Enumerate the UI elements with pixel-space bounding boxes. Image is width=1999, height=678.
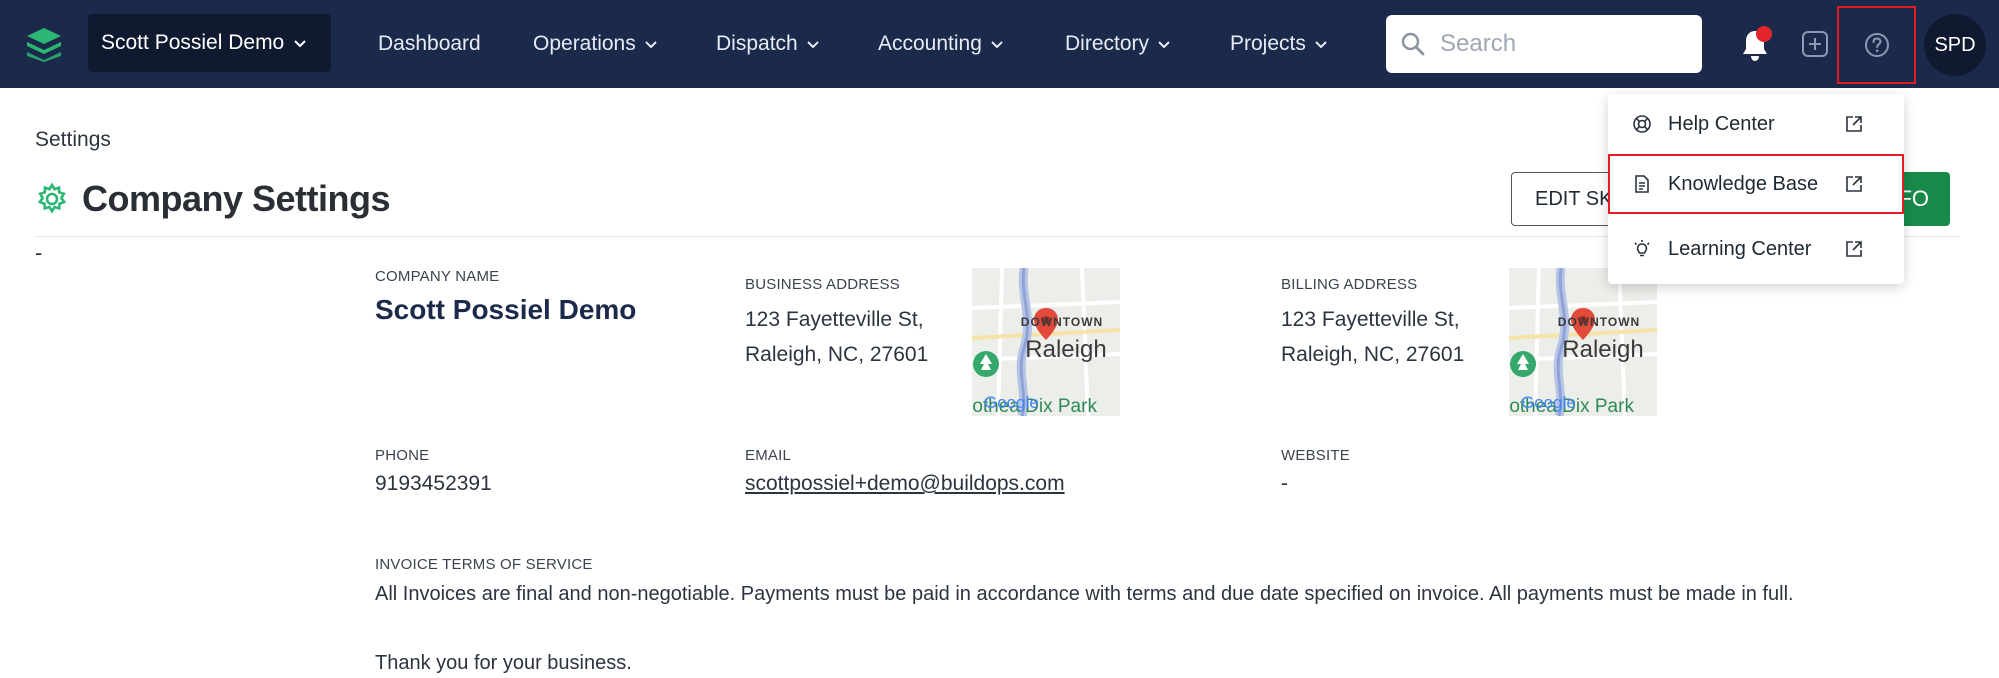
help-menu-label: Learning Center bbox=[1668, 237, 1812, 260]
nav-operations[interactable]: Operations bbox=[533, 0, 659, 88]
nav-accounting[interactable]: Accounting bbox=[878, 0, 1005, 88]
company-name-value: Scott Possiel Demo bbox=[375, 294, 637, 325]
help-menu: Help Center Knowledge Base Learning Cent… bbox=[1608, 94, 1904, 284]
map-downtown-label: DOWNTOWN bbox=[1021, 315, 1103, 329]
nav-dispatch[interactable]: Dispatch bbox=[716, 0, 821, 88]
external-link-icon bbox=[1846, 176, 1862, 192]
company-name-label: COMPANY NAME bbox=[375, 268, 500, 285]
billing-address-map[interactable]: DOWNTOWN Raleigh rothea Dix Park Google bbox=[1509, 268, 1657, 416]
nav-projects[interactable]: Projects bbox=[1230, 0, 1329, 88]
google-logo: Google bbox=[984, 393, 1039, 412]
lifebuoy-icon bbox=[1633, 115, 1651, 133]
gear-icon bbox=[37, 182, 67, 214]
map-downtown-label: DOWNTOWN bbox=[1558, 315, 1640, 329]
chevron-down-icon bbox=[806, 41, 819, 49]
nav-label: Dispatch bbox=[716, 32, 798, 55]
lightbulb-icon bbox=[1634, 240, 1650, 257]
document-icon bbox=[1635, 175, 1649, 193]
business-address-line1: 123 Fayetteville St, bbox=[745, 308, 924, 331]
search-icon bbox=[1401, 32, 1425, 56]
map-city-label: Raleigh bbox=[1562, 336, 1643, 363]
nav-dashboard[interactable]: Dashboard bbox=[378, 0, 481, 88]
notification-badge bbox=[1756, 26, 1772, 42]
chevron-down-icon bbox=[645, 41, 657, 49]
search-input[interactable] bbox=[1440, 30, 1680, 58]
chevron-down-icon bbox=[1158, 41, 1170, 49]
email-label: EMAIL bbox=[745, 447, 792, 464]
chevron-down-icon bbox=[1315, 41, 1327, 49]
top-navigation: Scott Possiel Demo Dashboard Operations … bbox=[0, 0, 1999, 88]
help-menu-item-learning-center[interactable]: Learning Center bbox=[1608, 219, 1904, 279]
nav-label: Directory bbox=[1065, 32, 1150, 55]
map-city-label: Raleigh bbox=[1025, 336, 1106, 363]
billing-address-label: BILLING ADDRESS bbox=[1281, 276, 1418, 293]
help-button[interactable] bbox=[1837, 6, 1916, 84]
help-menu-label: Knowledge Base bbox=[1668, 172, 1819, 195]
placeholder-dash: - bbox=[35, 240, 43, 265]
external-link-icon bbox=[1846, 116, 1862, 132]
chevron-down-icon bbox=[991, 41, 1003, 49]
website-label: WEBSITE bbox=[1281, 447, 1350, 464]
phone-label: PHONE bbox=[375, 447, 430, 464]
phone-value: 9193452391 bbox=[375, 472, 492, 495]
billing-address-line1: 123 Fayetteville St, bbox=[1281, 308, 1460, 331]
company-switcher-label: Scott Possiel Demo bbox=[101, 31, 285, 54]
email-value[interactable]: scottpossiel+demo@buildops.com bbox=[745, 466, 1065, 501]
buildops-logo-icon[interactable] bbox=[25, 26, 63, 62]
help-question-icon bbox=[1864, 33, 1889, 57]
nav-directory[interactable]: Directory bbox=[1065, 0, 1172, 88]
invoice-terms-text: All Invoices are final and non-negotiabl… bbox=[375, 583, 1794, 605]
business-address-label: BUSINESS ADDRESS bbox=[745, 276, 900, 293]
add-new-icon[interactable] bbox=[1800, 29, 1830, 59]
nav-label: Operations bbox=[533, 32, 636, 55]
page-header: Company Settings bbox=[35, 178, 391, 220]
invoice-thanks-text: Thank you for your business. bbox=[375, 652, 632, 674]
billing-address-line2: Raleigh, NC, 27601 bbox=[1281, 343, 1465, 366]
help-menu-label: Help Center bbox=[1668, 112, 1775, 135]
user-avatar[interactable]: SPD bbox=[1924, 14, 1986, 76]
nav-label: Accounting bbox=[878, 32, 982, 55]
breadcrumb[interactable]: Settings bbox=[35, 128, 111, 152]
business-address-map[interactable]: DOWNTOWN Raleigh rothea Dix Park Google bbox=[972, 268, 1120, 416]
help-menu-item-knowledge-base[interactable]: Knowledge Base bbox=[1608, 154, 1904, 214]
nav-label: Dashboard bbox=[378, 32, 481, 55]
google-logo: Google bbox=[1521, 393, 1576, 412]
search-box[interactable] bbox=[1386, 15, 1702, 73]
nav-label: Projects bbox=[1230, 32, 1306, 55]
external-link-icon bbox=[1846, 241, 1862, 257]
website-value: - bbox=[1281, 472, 1288, 495]
help-menu-item-help-center[interactable]: Help Center bbox=[1608, 94, 1904, 154]
chevron-down-icon bbox=[294, 40, 306, 48]
company-switcher[interactable]: Scott Possiel Demo bbox=[88, 14, 331, 72]
page-title: Company Settings bbox=[82, 178, 391, 219]
email-link[interactable]: scottpossiel+demo@buildops.com bbox=[745, 472, 1065, 495]
avatar-initials: SPD bbox=[1934, 33, 1976, 56]
business-address-line2: Raleigh, NC, 27601 bbox=[745, 343, 929, 366]
invoice-terms-label: INVOICE TERMS OF SERVICE bbox=[375, 556, 593, 573]
